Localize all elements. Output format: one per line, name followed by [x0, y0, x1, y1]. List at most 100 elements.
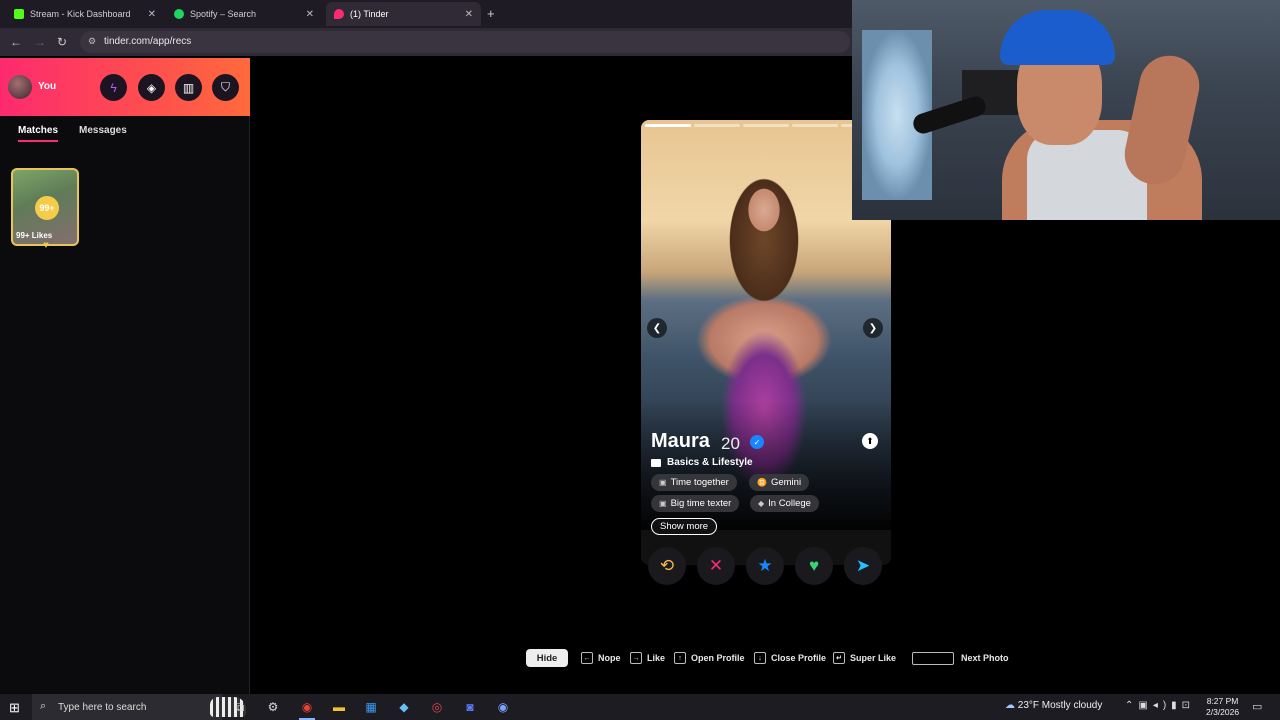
system-tray[interactable]: ⌃▣◂)▮⊡ — [1125, 700, 1195, 711]
steam-icon[interactable]: ◆ — [394, 698, 414, 716]
weather-text: 23°F Mostly cloudy — [1017, 700, 1103, 711]
url-field[interactable]: ⚙ tinder.com/app/recs — [80, 31, 850, 53]
open-profile-icon[interactable]: ⬆ — [862, 433, 878, 449]
shop-icon[interactable]: ▥ — [175, 74, 202, 101]
boost-icon[interactable]: ϟ — [100, 74, 127, 101]
tab-spotify[interactable]: Spotify – Search ✕ — [166, 2, 322, 26]
shortcut-nope: ← Nope — [581, 649, 621, 667]
notification-icon[interactable]: ▭ — [1252, 700, 1262, 713]
next-photo-icon[interactable]: ❯ — [863, 318, 883, 338]
shortcut-label: Open Profile — [691, 653, 745, 663]
enter-key-icon: ↵ — [833, 652, 845, 664]
discord-icon[interactable]: ◙ — [460, 698, 480, 716]
avatar[interactable] — [8, 75, 32, 99]
forward-arrow-icon[interactable]: → — [34, 35, 46, 49]
tab-matches[interactable]: Matches — [18, 125, 59, 142]
obs-icon[interactable]: ◉ — [493, 698, 513, 716]
star-icon: ★ — [757, 556, 773, 575]
webcam-person-cap — [1000, 10, 1115, 65]
close-tab-icon[interactable]: ✕ — [465, 9, 473, 20]
rewind-button[interactable]: ⟲ — [648, 547, 686, 585]
shortcut-close-profile: ↓ Close Profile — [754, 649, 826, 667]
down-key-icon: ↓ — [754, 652, 766, 664]
search-icon: ⌕ — [40, 700, 47, 712]
profile-chip: ♊ Gemini — [749, 474, 810, 491]
windows-start-icon[interactable]: ⊞ — [9, 700, 20, 716]
photo-progress-bars — [645, 124, 887, 127]
close-tab-icon[interactable]: ✕ — [148, 9, 156, 20]
profile-age: 20 — [721, 434, 740, 453]
tab-title: Spotify – Search — [190, 9, 257, 19]
likes-you-card[interactable]: 99+ 99+ Likes ♥ — [11, 168, 79, 251]
hide-shortcuts-button[interactable]: Hide — [526, 649, 568, 667]
heart-icon: ♥ — [808, 556, 820, 575]
previous-photo-icon[interactable]: ❮ — [647, 318, 667, 338]
chip-label: Big time texter — [670, 498, 732, 509]
url-text: tinder.com/app/recs — [104, 36, 192, 47]
photo-indicator[interactable] — [645, 124, 691, 127]
cloud-icon: ☁ — [1005, 700, 1015, 711]
weather-widget[interactable]: ☁ 23°F Mostly cloudy — [1005, 700, 1102, 711]
settings-gear-icon[interactable]: ⚙ — [263, 698, 283, 716]
profile-chip: ▣ Time together — [651, 474, 737, 491]
boost-button[interactable]: ➤ — [844, 547, 882, 585]
shortcut-label: Super Like — [850, 653, 897, 663]
profile-chip: ◆ In College — [750, 495, 819, 512]
new-tab-button[interactable]: + — [487, 6, 495, 21]
tab-tinder[interactable]: (1) Tinder ✕ — [326, 2, 481, 26]
space-key-icon — [912, 651, 954, 665]
safety-shield-icon[interactable]: ⛉ — [212, 74, 239, 101]
site-info-icon[interactable]: ⚙ — [88, 36, 96, 47]
nope-button[interactable]: ✕ — [697, 547, 735, 585]
search-placeholder: Type here to search — [58, 701, 147, 713]
app-icon[interactable]: ◎ — [427, 698, 447, 716]
tab-kick-dashboard[interactable]: Stream - Kick Dashboard ✕ — [6, 2, 164, 26]
clock-time: 8:27 PM — [1206, 696, 1239, 706]
chip-label: Time together — [670, 477, 729, 488]
left-key-icon: ← — [581, 652, 593, 664]
shortcut-label: Next Photo — [961, 653, 1009, 663]
shortcut-open-profile: ↑ Open Profile — [674, 649, 745, 667]
tinder-sidebar: You ϟ ◈ ▥ ⛉ Matches Messages 99+ 99+ Lik… — [0, 58, 250, 694]
kick-favicon-icon — [14, 9, 24, 19]
show-more-button[interactable]: Show more — [651, 518, 718, 535]
file-explorer-icon[interactable]: ▬ — [329, 698, 349, 716]
tab-title: (1) Tinder — [350, 9, 389, 19]
store-icon[interactable]: ▦ — [361, 698, 381, 716]
back-arrow-icon[interactable]: ← — [10, 35, 22, 49]
explore-icon[interactable]: ◈ — [138, 74, 165, 101]
task-view-icon[interactable]: ⧉ — [230, 698, 250, 716]
super-like-button[interactable]: ★ — [746, 547, 784, 585]
chrome-icon[interactable]: ◉ — [297, 698, 317, 720]
message-icon: ▣ — [659, 499, 667, 508]
shortcut-next-photo: Next Photo — [912, 649, 1009, 667]
shortcut-super-like: ↵ Super Like — [833, 649, 896, 667]
profile-label[interactable]: You — [38, 81, 56, 92]
gold-heart-icon: ♥ — [43, 240, 49, 251]
webcam-overlay — [852, 0, 1280, 220]
taskbar-clock[interactable]: 8:27 PM 2/3/2026 — [1206, 696, 1239, 718]
right-key-icon: → — [630, 652, 642, 664]
tab-messages[interactable]: Messages — [79, 125, 127, 136]
taskbar-search-box[interactable]: ⌕ Type here to search — [32, 694, 246, 720]
close-tab-icon[interactable]: ✕ — [306, 9, 314, 20]
nope-x-icon: ✕ — [708, 556, 724, 575]
photo-indicator[interactable] — [743, 124, 789, 127]
photo-indicator[interactable] — [694, 124, 740, 127]
tab-title: Stream - Kick Dashboard — [30, 9, 131, 19]
likes-label: 99+ Likes — [16, 231, 53, 240]
reload-icon[interactable]: ↻ — [57, 35, 67, 49]
up-key-icon: ↑ — [674, 652, 686, 664]
section-label: Basics & Lifestyle — [667, 457, 753, 468]
tinder-favicon-icon — [334, 9, 344, 19]
send-icon: ➤ — [855, 556, 871, 575]
basics-icon — [651, 458, 661, 467]
shortcut-label: Like — [647, 653, 666, 663]
graduation-icon: ◆ — [758, 499, 765, 508]
likes-count-badge: 99+ — [35, 196, 59, 220]
profile-name: Maura — [651, 430, 710, 452]
photo-indicator[interactable] — [792, 124, 838, 127]
verified-badge-icon: ✓ — [750, 435, 764, 449]
shortcut-label: Close Profile — [771, 653, 827, 663]
like-button[interactable]: ♥ — [795, 547, 833, 585]
